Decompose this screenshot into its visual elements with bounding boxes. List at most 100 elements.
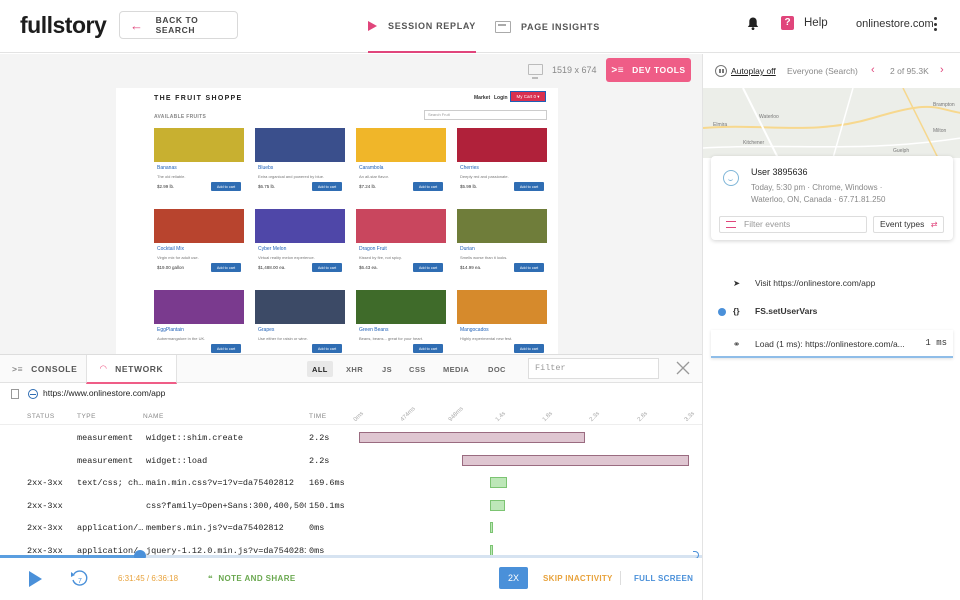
full-screen-button[interactable]: FULL SCREEN [634,574,693,583]
add-to-cart-button: Add to cart [312,263,342,272]
product-desc: Virgin mix for adult use. [157,255,199,260]
playback-speed-button[interactable]: 2X [499,567,528,589]
map-label: Brampton [933,102,955,108]
site-nav-market: Market [474,95,491,101]
request-type: measurement [77,455,134,466]
product-name: Cherries [460,165,479,171]
autoplay-toggle[interactable]: Autoplay off [731,66,776,76]
tab-network[interactable]: ◠ NETWORK [86,355,177,384]
more-menu-icon[interactable] [933,17,937,31]
request-time: 2.2s [309,433,330,443]
page-insights-icon [495,20,511,33]
location-map: Brampton Elmira Waterloo Guelph Kitchene… [703,88,960,158]
waterfall-bar [490,544,494,556]
product-card: Bananas The old reliable. $2.99 lb. Add to … [154,128,244,198]
tab-console[interactable]: >≡ CONSOLE [12,355,77,383]
map-label: Elmira [713,122,728,128]
chevron-left-icon[interactable]: ‹ [871,64,875,76]
filter-js[interactable]: JS [377,361,397,377]
product-card: Cherries Deeply red and passionate. $5.99 … [457,128,547,198]
filter-events-input[interactable]: Filter events [719,216,867,233]
table-row[interactable]: 2xx-3xx text/css; ch… main.min.css?v=1?v=d… [0,472,702,495]
help-link[interactable]: Help [804,17,828,29]
product-desc: Aubermangalore in the UK. [157,336,206,341]
fullstory-logo[interactable]: fullstory [20,12,107,39]
column-status[interactable]: STATUS [27,413,55,420]
filter-media[interactable]: MEDIA [438,361,474,377]
page-url: https://www.onlinestore.com/app [43,388,166,398]
product-card: Carambola An all-star flavor. $7.24 lb. Add… [356,128,446,198]
waterfall-tick: 2.3s [589,410,602,423]
request-name: main.min.css?v=1?v=da75402812 [146,478,294,488]
table-row[interactable]: 2xx-3xx application/… members.min.js?v=da7… [0,517,702,540]
filter-xhr[interactable]: XHR [341,361,368,377]
waterfall-tick: 1.8s [541,410,555,423]
note-and-share-button[interactable]: ❝ NOTE AND SHARE [208,574,296,583]
close-icon[interactable] [676,361,690,375]
back-to-search-button[interactable]: ← BACK TO SEARCH [119,11,238,39]
product-image [356,290,446,324]
user-card: User 3895636 Today, 5:30 pm · Chrome, Wi… [711,156,953,240]
request-type: application/… [77,523,143,533]
collapse-icon[interactable] [28,389,38,399]
waterfall-tick: 0ms [352,410,366,423]
event-types-button[interactable]: Event types ⇄ [873,216,944,233]
wifi-icon: ◠ [100,363,108,373]
product-image [154,290,244,324]
play-button[interactable] [29,571,42,587]
dev-tools-label: DEV TOOLS [632,65,686,75]
session-count: 2 of 95.3K [890,66,929,76]
column-time[interactable]: TIME [309,413,327,420]
replayed-site[interactable]: THE FRUIT SHOPPE Market Login My Cart 0 … [116,88,558,354]
user-name[interactable]: User 3895636 [751,167,808,177]
rewind-icon[interactable]: 7 [70,570,90,588]
tab-session-replay-label: SESSION REPLAY [388,20,476,31]
pause-icon[interactable] [715,65,727,77]
tab-page-insights[interactable]: PAGE INSIGHTS [495,0,600,53]
org-selector[interactable]: onlinestore.com [856,18,934,30]
table-row[interactable]: measurement widget::shim.create 2.2s [0,427,702,450]
product-desc: An all-star flavor. [359,174,389,179]
event-label: FS.setUserVars [755,306,818,316]
help-icon[interactable]: ? [781,16,794,30]
add-to-cart-button: Add to cart [312,344,342,353]
site-title: THE FRUIT SHOPPE [154,95,243,102]
filter-doc[interactable]: DOC [483,361,511,377]
request-name: widget::shim.create [146,433,243,443]
product-desc: Virtual reality melon experience. [258,255,315,260]
product-image [154,209,244,243]
event-load[interactable]: ⚭ Load (1 ms): https://onlinestore.com/a… [711,330,953,358]
column-name[interactable]: NAME [143,413,164,420]
skip-inactivity-toggle[interactable]: SKIP INACTIVITY [543,574,613,583]
braces-icon: {} [733,306,740,316]
tab-session-replay[interactable]: SESSION REPLAY [368,0,476,53]
waterfall-tick: 1.4s [494,410,507,423]
bell-icon[interactable] [747,17,759,30]
filter-css[interactable]: CSS [404,361,431,377]
dev-tools-button[interactable]: >≡ DEV TOOLS [606,58,691,82]
add-to-cart-button: Add to cart [211,344,241,353]
product-name: Cocktail Mix [157,246,184,252]
product-desc: Smells worse than it looks. [460,255,508,260]
product-image [255,128,345,162]
table-row[interactable]: 2xx-3xx css?family=Open+Sans:300,400,500…… [0,495,702,518]
request-name: css?family=Open+Sans:300,400,500… [146,500,306,511]
table-row[interactable]: measurement widget::load 2.2s [0,450,702,473]
replay-viewport: THE FRUIT SHOPPE Market Login My Cart 0 … [0,54,702,354]
swap-icon: ⇄ [930,220,938,229]
product-image [356,209,446,243]
add-to-cart-button: Add to cart [211,182,241,191]
filter-list-icon [726,221,736,228]
chevron-right-icon[interactable]: › [940,64,944,76]
column-type[interactable]: TYPE [77,413,96,420]
product-desc: Kissed by fire, not spicy. [359,255,402,260]
network-table-header: STATUS TYPE NAME TIME 0ms 474ms 948ms 1.4s 1… [0,406,702,425]
network-filter-input[interactable]: Filter [528,358,659,379]
event-duration: 1 ms [925,338,947,348]
product-price: $2.99 lb. [157,184,175,189]
filter-all[interactable]: ALL [307,361,333,377]
session-panel: Autoplay off Everyone (Search) ‹ 2 of 95… [702,54,960,600]
product-card: Cocktail Mix Virgin mix for adult use. $19… [154,209,244,279]
event-types-label: Event types [880,219,925,229]
product-card: EggPlantain Aubermangalore in the UK. Add … [154,290,244,354]
